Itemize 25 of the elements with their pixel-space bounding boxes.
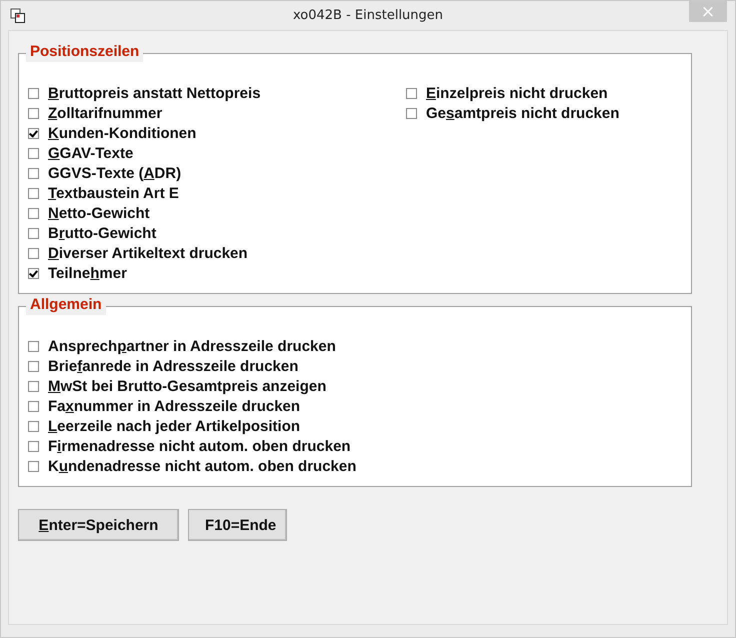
checkbox-option[interactable]: Bruttopreis anstatt Nettopreis <box>28 83 406 103</box>
checkbox-option[interactable]: Kundenadresse nicht autom. oben drucken <box>28 456 406 476</box>
checkbox-option[interactable]: Kunden-Konditionen <box>28 123 406 143</box>
checkbox-option[interactable]: Leerzeile nach jeder Artikelposition <box>28 416 406 436</box>
group-title: Allgemein <box>26 295 106 315</box>
checkbox-option[interactable]: Brutto-Gewicht <box>28 223 406 243</box>
checkbox-option[interactable]: Gesamtpreis nicht drucken <box>406 103 686 123</box>
checkbox-option[interactable]: Diverser Artikeltext drucken <box>28 243 406 263</box>
checkbox-option[interactable]: Firmenadresse nicht autom. oben drucken <box>28 436 406 456</box>
checkbox-option[interactable]: GGAV-Texte <box>28 143 406 163</box>
checkbox-option[interactable]: GGVS-Texte (ADR) <box>28 163 406 183</box>
checkbox-option[interactable]: Textbaustein Art E <box>28 183 406 203</box>
checkbox-option[interactable]: Ansprechpartner in Adresszeile drucken <box>28 336 406 356</box>
action-button[interactable]: Enter=Speichern <box>18 509 179 541</box>
checkbox-option[interactable]: Zolltarifnummer <box>28 103 406 123</box>
checkbox-option[interactable]: Netto-Gewicht <box>28 203 406 223</box>
checkbox-option[interactable]: Briefanrede in Adresszeile drucken <box>28 356 406 376</box>
window-title: xo042B - Einstellungen <box>292 8 444 23</box>
checkbox-option[interactable]: MwSt bei Brutto-Gesamtpreis anzeigen <box>28 376 406 396</box>
window-icon <box>10 8 26 24</box>
checkbox-option[interactable]: Einzelpreis nicht drucken <box>406 83 686 103</box>
checkbox-option[interactable]: Teilnehmer <box>28 263 406 283</box>
group-title: Positionszeilen <box>26 42 144 62</box>
checkbox-option[interactable]: Faxnummer in Adresszeile drucken <box>28 396 406 416</box>
action-button[interactable]: F10=Ende <box>188 509 287 541</box>
